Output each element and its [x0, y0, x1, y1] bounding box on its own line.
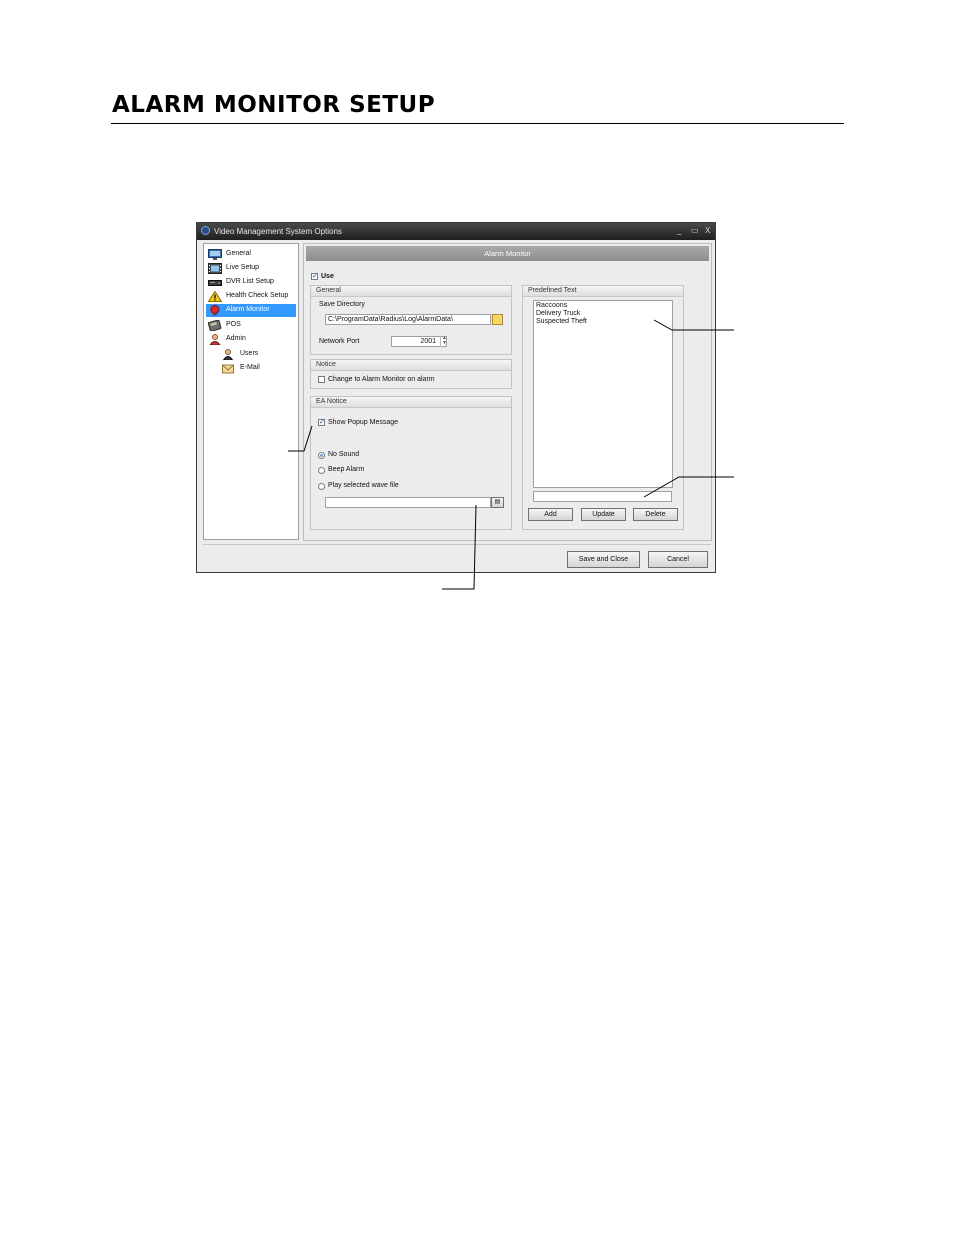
callout-lines [288, 319, 734, 590]
